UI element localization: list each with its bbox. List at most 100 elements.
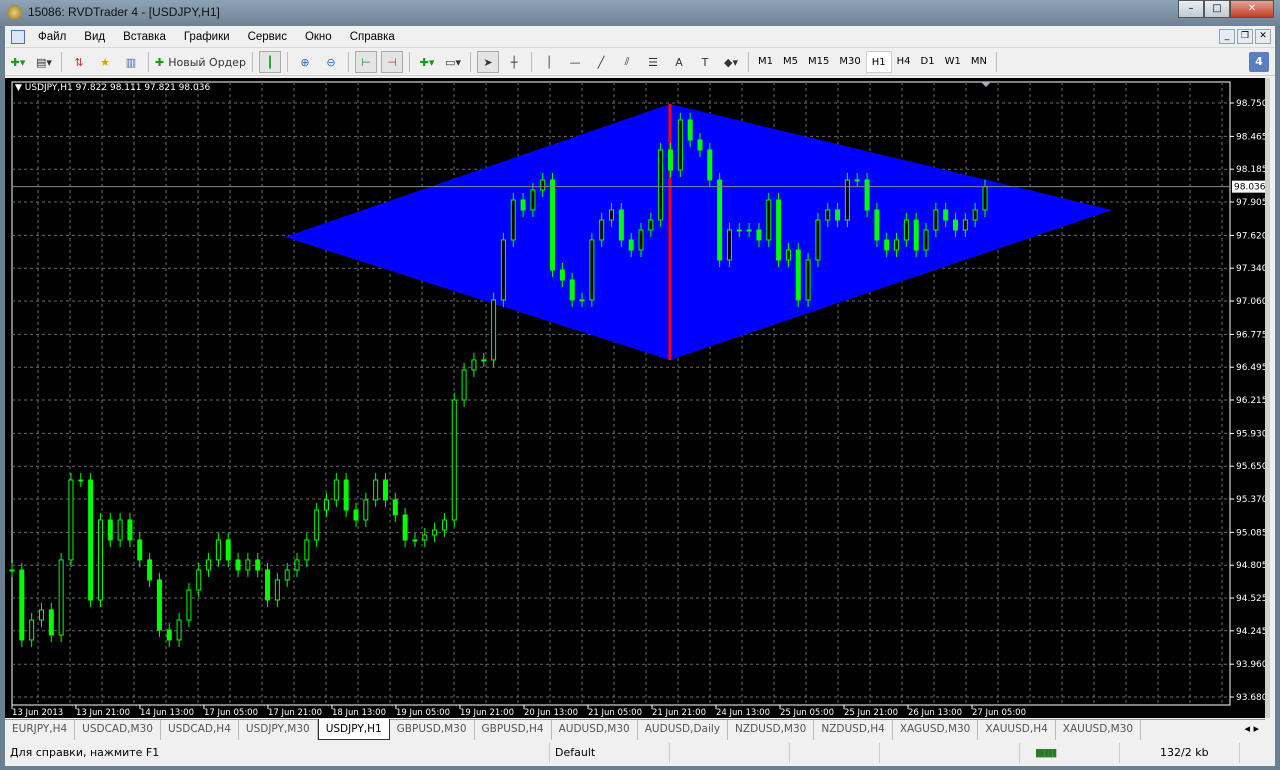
horizontal-line-icon[interactable]: —: [564, 51, 586, 73]
chart-shift-icon[interactable]: ⊣: [381, 51, 404, 73]
time-label: 13 Jun 21:00: [76, 708, 130, 718]
candle: [451, 399, 457, 521]
status-bar: Для справки, нажмите F1 Default ▮▮▮▮▮ 13…: [5, 742, 1275, 764]
price-tick-label: 96.215: [1236, 396, 1265, 406]
chart-tab[interactable]: GBPUSD,M30: [390, 720, 475, 740]
chart-tab[interactable]: USDCAD,M30: [75, 720, 161, 740]
text-icon[interactable]: A: [668, 51, 690, 73]
chart-tab[interactable]: GBPUSD,H4: [475, 720, 552, 740]
auto-scroll-icon[interactable]: ⊢: [355, 51, 378, 73]
tab-scroll-arrows[interactable]: ◂ ▸: [1238, 720, 1265, 740]
menu-view[interactable]: Вид: [75, 31, 114, 43]
menu-tools[interactable]: Сервис: [239, 31, 296, 43]
mdi-close-button[interactable]: ✕: [1255, 29, 1271, 44]
candlesticks-icon[interactable]: ┃: [259, 51, 282, 73]
candle: [117, 519, 123, 541]
timeframe-h4[interactable]: H4: [892, 51, 916, 73]
candle: [766, 199, 772, 241]
price-chart[interactable]: 98.750 98.465 98.185 97.905 97.620 97.340 97.0…: [5, 78, 1268, 718]
candle: [97, 519, 103, 601]
mdi-minimize-button[interactable]: _: [1219, 29, 1235, 44]
close-button[interactable]: ✕: [1230, 0, 1274, 18]
candle: [667, 149, 673, 171]
timeframe-h1[interactable]: H1: [865, 51, 892, 73]
timeframe-m5[interactable]: M5: [778, 51, 803, 73]
chart-tab[interactable]: NZDUSD,M30: [728, 720, 815, 740]
candle: [500, 239, 506, 301]
candle: [29, 619, 35, 641]
new-order-button[interactable]: ✚ Новый Ордер: [155, 51, 246, 73]
zoom-in-icon[interactable]: ⊕: [294, 51, 316, 73]
timeframe-w1[interactable]: W1: [940, 51, 966, 73]
chart-tab[interactable]: NZDUSD,H4: [814, 720, 893, 740]
price-tick-label: 98.465: [1236, 132, 1265, 142]
chart-tab[interactable]: AUDUSD,M30: [552, 720, 638, 740]
time-label: 21 Jun 05:00: [588, 708, 642, 718]
fibonacci-icon[interactable]: ☰: [642, 51, 664, 73]
zoom-out-icon[interactable]: ⊖: [320, 51, 342, 73]
market-watch-icon[interactable]: ⇅: [68, 51, 90, 73]
time-label: 17 Jun 21:00: [268, 708, 322, 718]
timeframe-d1[interactable]: D1: [916, 51, 940, 73]
vertical-line-icon[interactable]: │: [538, 51, 560, 73]
menu-charts[interactable]: Графики: [175, 31, 239, 43]
arrows-icon[interactable]: ◆▾: [720, 51, 742, 73]
chart-tab[interactable]: USDCAD,H4: [161, 720, 239, 740]
chart-tab[interactable]: EURJPY,H4: [5, 720, 76, 740]
chart-menu-icon[interactable]: ▼: [15, 83, 25, 93]
templates-icon[interactable]: ▭▾: [442, 51, 464, 73]
maximize-button[interactable]: □: [1204, 0, 1230, 18]
timeframe-m30[interactable]: M30: [834, 51, 865, 73]
time-label: 14 Jun 13:00: [140, 708, 194, 718]
chart-tab[interactable]: XAUUSD,H4: [978, 720, 1056, 740]
candle: [373, 479, 379, 501]
candle: [215, 539, 221, 561]
time-label: 13 Jun 2013: [12, 708, 63, 718]
price-tick-label: 97.060: [1236, 297, 1265, 307]
crosshair-icon[interactable]: ┼: [503, 51, 525, 73]
cursor-icon[interactable]: ➤: [477, 51, 500, 73]
notifications-badge[interactable]: 4: [1249, 52, 1269, 72]
candle: [382, 479, 388, 501]
profiles-icon[interactable]: ▤▾: [33, 51, 55, 73]
price-tick-label: 93.960: [1236, 660, 1265, 670]
mdi-restore-button[interactable]: ❐: [1237, 29, 1253, 44]
candle: [461, 369, 467, 401]
chart-tab[interactable]: USDJPY,H1: [317, 719, 390, 740]
chart-window-icon[interactable]: [11, 29, 25, 44]
candle: [186, 589, 192, 621]
timeframe-mn[interactable]: MN: [966, 51, 992, 73]
candle: [343, 479, 349, 511]
candle: [609, 209, 615, 221]
menu-help[interactable]: Справка: [341, 31, 404, 43]
terminal-icon[interactable]: ▥: [120, 51, 142, 73]
timeframe-m15[interactable]: M15: [803, 51, 834, 73]
chart-tab[interactable]: USDJPY,M30: [239, 720, 318, 740]
timeframe-m1[interactable]: M1: [753, 51, 778, 73]
chart-tab[interactable]: AUDUSD,Daily: [638, 720, 729, 740]
indicators-icon[interactable]: ✚▾: [416, 51, 438, 73]
candle: [392, 499, 398, 516]
candle: [805, 259, 811, 301]
menu-file[interactable]: Файл: [29, 31, 75, 43]
price-tick-label: 96.495: [1236, 363, 1265, 373]
navigator-icon[interactable]: ★: [94, 51, 116, 73]
chart-tab[interactable]: XAGUSD,M30: [893, 720, 979, 740]
candle: [687, 119, 693, 141]
text-label-icon[interactable]: T: [694, 51, 716, 73]
candle: [953, 219, 959, 231]
new-chart-icon[interactable]: ✚▾: [7, 51, 29, 73]
price-tick-label: 93.680: [1236, 693, 1265, 703]
chart-canvas[interactable]: 98.750 98.465 98.185 97.905 97.620 97.340 97.0…: [5, 78, 1268, 718]
equidistant-channel-icon[interactable]: ⫽: [616, 51, 638, 73]
candle: [795, 249, 801, 301]
time-label: 26 Jun 13:00: [908, 708, 962, 718]
menu-bar: Файл Вид Вставка Графики Сервис Окно Спр…: [5, 26, 1275, 48]
minimize-button[interactable]: –: [1178, 0, 1204, 18]
menu-window[interactable]: Окно: [296, 31, 341, 43]
menu-insert[interactable]: Вставка: [114, 31, 175, 43]
vertical-scrollbar[interactable]: [1265, 78, 1270, 718]
candle: [677, 119, 683, 171]
trendline-icon[interactable]: ╱: [590, 51, 612, 73]
chart-tab[interactable]: XAUUSD,M30: [1056, 720, 1142, 740]
